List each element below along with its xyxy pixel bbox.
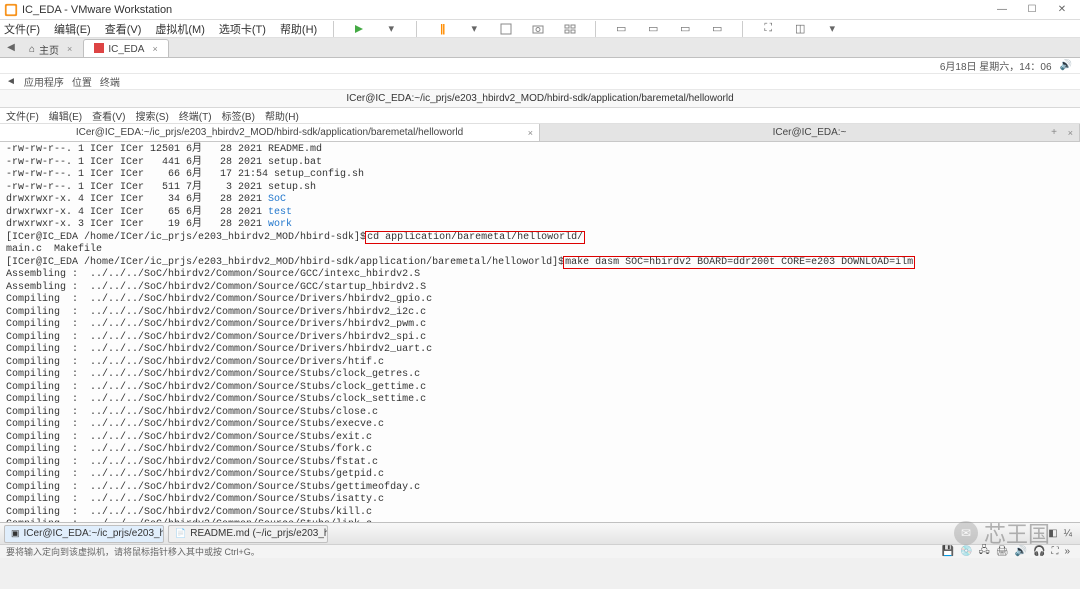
menu-vm[interactable]: 虚拟机(M) xyxy=(155,21,205,37)
maximize-button[interactable]: ☐ xyxy=(1018,2,1046,18)
guest-tray: ◧ ¼ xyxy=(1048,528,1076,539)
taskbar-item-editor[interactable]: 📄 README.md (~/ic_prjs/e203_hbirdv… xyxy=(168,525,328,543)
home-icon: ⌂ xyxy=(29,44,35,55)
menu-help[interactable]: 帮助(H) xyxy=(280,21,317,37)
vm-icon xyxy=(94,43,104,56)
terminal-tab-active[interactable]: ICer@IC_EDA:~/ic_prjs/e203_hbirdv2_MOD/h… xyxy=(0,124,540,141)
app-menubar: 文件(F) 编辑(E) 查看(V) 虚拟机(M) 选项卡(T) 帮助(H) ▾ … xyxy=(0,20,1080,38)
panel-places[interactable]: 位置 xyxy=(72,74,92,89)
terminal-tab-active-label: ICer@IC_EDA:~/ic_prjs/e203_hbirdv2_MOD/h… xyxy=(76,127,463,138)
manage-icon[interactable] xyxy=(561,20,579,38)
window-titlebar: IC_EDA - VMware Workstation — ☐ ✕ xyxy=(0,0,1080,20)
mother-icon[interactable] xyxy=(497,20,515,38)
term-menu-view[interactable]: 查看(V) xyxy=(92,108,125,123)
device-icon[interactable]: 🔊 xyxy=(1015,546,1027,557)
guest-top-panel: 6月18日 星期六，14：06 🔊 xyxy=(0,58,1080,74)
term-menu-tabs[interactable]: 标签(B) xyxy=(222,108,255,123)
fullscreen-icon[interactable]: ⛶ xyxy=(759,20,777,38)
new-tab-icon[interactable]: + xyxy=(1051,127,1057,138)
menu-tabs[interactable]: 选项卡(T) xyxy=(219,21,266,37)
app-icon xyxy=(4,3,18,17)
separator xyxy=(742,21,743,37)
term-menu-help[interactable]: 帮助(H) xyxy=(265,108,299,123)
guest-clock: 6月18日 星期六，14：06 xyxy=(940,58,1052,73)
terminal-menubar: 文件(F) 编辑(E) 查看(V) 搜索(S) 终端(T) 标签(B) 帮助(H… xyxy=(0,108,1080,124)
tab-home[interactable]: ⌂ 主页 × xyxy=(18,39,83,57)
guest-taskbar: ▣ ICer@IC_EDA:~/ic_prjs/e203_hbird… 📄 RE… xyxy=(0,522,1080,544)
host-status-bar: 要将输入定向到该虚拟机，请将鼠标指针移入其中或按 Ctrl+G。 💾 💿 🖧 🖨… xyxy=(0,544,1080,558)
separator xyxy=(595,21,596,37)
close-icon[interactable]: × xyxy=(528,128,533,138)
taskbar-item-editor-label: README.md (~/ic_prjs/e203_hbirdv… xyxy=(190,528,328,539)
tray-oneforth-icon[interactable]: ¼ xyxy=(1064,528,1072,539)
terminal-tab-inactive-label: ICer@IC_EDA:~ xyxy=(773,127,847,138)
expand-icon[interactable]: ⛶ xyxy=(1051,546,1058,557)
panel-terminal[interactable]: 终端 xyxy=(100,74,120,89)
taskbar-item-terminal-label: ICer@IC_EDA:~/ic_prjs/e203_hbird… xyxy=(24,528,164,539)
nav-prev-icon[interactable]: ◀ xyxy=(4,42,18,53)
term-menu-search[interactable]: 搜索(S) xyxy=(135,108,168,123)
menu-edit[interactable]: 编辑(E) xyxy=(54,21,91,37)
terminal-title-text: ICer@IC_EDA:~/ic_prjs/e203_hbirdv2_MOD/h… xyxy=(346,93,733,104)
device-icon[interactable]: 💾 xyxy=(942,546,954,557)
device-icon[interactable]: 🖨 xyxy=(996,546,1009,557)
dropdown-icon[interactable]: ▾ xyxy=(382,20,400,38)
device-icon[interactable]: 🎧 xyxy=(1033,546,1045,557)
tray-box-icon[interactable]: ◧ xyxy=(1048,528,1057,539)
terminal-tab-inactive[interactable]: ICer@IC_EDA:~ + × xyxy=(540,124,1080,141)
guest-menu-panel: ◄ 应用程序 位置 终端 xyxy=(0,74,1080,90)
tool-icon[interactable]: ▭ xyxy=(644,20,662,38)
close-icon[interactable]: × xyxy=(152,44,157,54)
more-icon[interactable]: » xyxy=(1064,546,1070,557)
pause-icon[interactable]: || xyxy=(433,20,451,38)
document-icon: 📄 xyxy=(175,528,186,540)
vm-tabbar: ◀ ⌂ 主页 × IC_EDA × xyxy=(0,38,1080,58)
speaker-icon[interactable]: 🔊 xyxy=(1060,60,1072,71)
close-button[interactable]: ✕ xyxy=(1048,2,1076,18)
term-menu-terminal[interactable]: 终端(T) xyxy=(179,108,212,123)
tool-icon[interactable]: ▭ xyxy=(676,20,694,38)
term-menu-edit[interactable]: 编辑(E) xyxy=(49,108,82,123)
tab-home-label: 主页 xyxy=(39,42,59,57)
dropdown-icon[interactable]: ▾ xyxy=(823,20,841,38)
device-icon[interactable]: 💿 xyxy=(960,546,972,557)
device-icon[interactable]: 🖧 xyxy=(979,543,990,560)
tab-vm[interactable]: IC_EDA × xyxy=(83,39,168,57)
tool-icon[interactable]: ▭ xyxy=(708,20,726,38)
back-icon[interactable]: ◄ xyxy=(6,76,16,87)
close-icon[interactable]: × xyxy=(67,44,72,54)
close-icon[interactable]: × xyxy=(1068,128,1073,138)
terminal-icon: ▣ xyxy=(11,528,20,540)
tab-vm-label: IC_EDA xyxy=(108,44,144,55)
separator xyxy=(416,21,417,37)
minimize-button[interactable]: — xyxy=(988,2,1016,18)
menu-file[interactable]: 文件(F) xyxy=(4,21,40,37)
unity-icon[interactable]: ◫ xyxy=(791,20,809,38)
status-hint-text: 要将输入定向到该虚拟机，请将鼠标指针移入其中或按 Ctrl+G。 xyxy=(6,545,260,558)
taskbar-item-terminal[interactable]: ▣ ICer@IC_EDA:~/ic_prjs/e203_hbird… xyxy=(4,525,164,543)
tool-icon[interactable]: ▭ xyxy=(612,20,630,38)
terminal-tabbar: ICer@IC_EDA:~/ic_prjs/e203_hbirdv2_MOD/h… xyxy=(0,124,1080,142)
terminal-window-title: ICer@IC_EDA:~/ic_prjs/e203_hbirdv2_MOD/h… xyxy=(0,90,1080,108)
snapshot-icon[interactable] xyxy=(529,20,547,38)
play-arrow-icon[interactable] xyxy=(350,20,368,38)
panel-applications[interactable]: 应用程序 xyxy=(24,74,64,89)
dropdown-icon[interactable]: ▾ xyxy=(465,20,483,38)
window-title: IC_EDA - VMware Workstation xyxy=(22,4,988,16)
term-menu-file[interactable]: 文件(F) xyxy=(6,108,39,123)
terminal-output[interactable]: -rw-rw-r--. 1 ICer ICer 12501 6月 28 2021… xyxy=(0,142,1080,522)
separator xyxy=(333,21,334,37)
menu-view[interactable]: 查看(V) xyxy=(105,21,142,37)
